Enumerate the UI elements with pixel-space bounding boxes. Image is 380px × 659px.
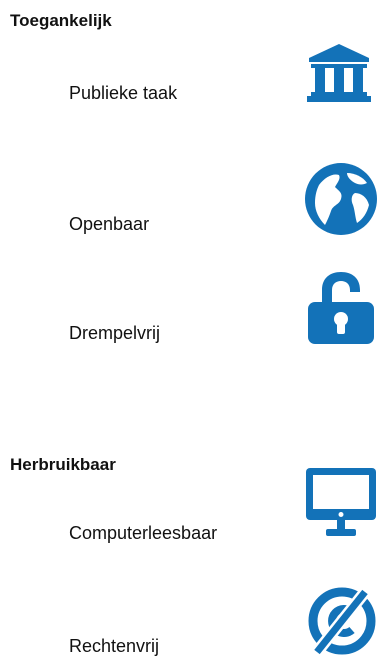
item-label-openbaar: Openbaar — [69, 214, 150, 234]
item-label-publieke-taak: Publieke taak — [69, 83, 178, 103]
computer-monitor-icon — [306, 468, 376, 538]
unlocked-padlock-icon — [306, 270, 376, 345]
item-label-computerleesbaar: Computerleesbaar — [69, 523, 218, 543]
section-title-toegankelijk: Toegankelijk — [10, 11, 112, 30]
item-label-rechtenvrij: Rechtenvrij — [69, 636, 160, 656]
globe-icon — [305, 163, 377, 235]
no-copyright-icon — [307, 586, 377, 656]
section-title-herbruikbaar: Herbruikbaar — [10, 455, 116, 474]
government-building-icon — [307, 44, 371, 102]
item-label-drempelvrij: Drempelvrij — [69, 323, 161, 343]
